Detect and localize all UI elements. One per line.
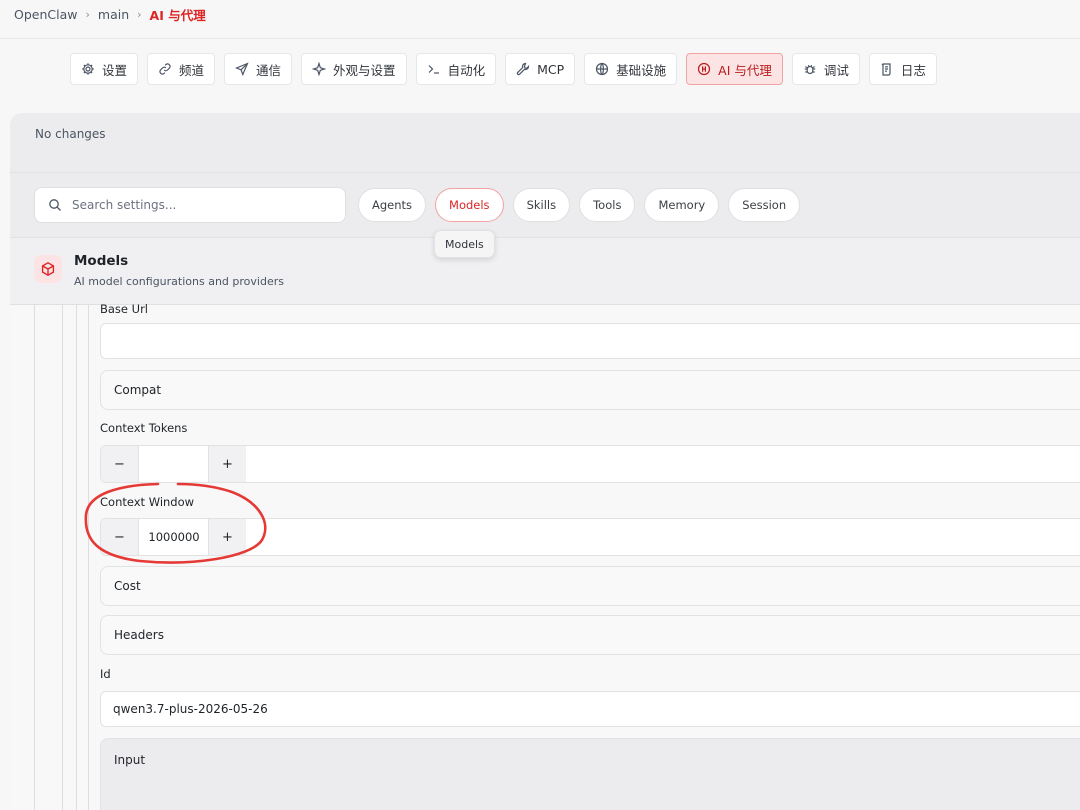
tab-label: MCP [537,61,565,77]
status-text: No changes [35,127,106,141]
section-header: Models AI model configurations and provi… [10,237,1080,305]
filter-memory[interactable]: Memory [644,188,720,222]
header-divider [0,38,1080,39]
context-window-increment-button[interactable]: + [208,519,246,555]
tab-automation[interactable]: 自动化 [415,53,497,85]
wrench-icon [516,62,530,76]
id-label: Id [100,667,111,681]
context-tokens-increment-button[interactable]: + [208,446,246,482]
context-window-label: Context Window [100,495,195,509]
context-window-decrement-button[interactable]: − [101,519,139,555]
filter-tooltip: Models [434,230,495,258]
context-window-stepper: − 1000000 + [100,518,1080,556]
tab-label: 日志 [900,62,926,78]
tab-label: 外观与设置 [333,62,396,78]
bug-icon [803,62,817,76]
nesting-guide [62,305,63,810]
context-tokens-decrement-button[interactable]: − [101,446,139,482]
cube-icon [34,255,62,283]
input-section[interactable]: Input [100,738,1080,810]
link-icon [158,62,172,76]
gear-icon [81,62,95,76]
model-config-form: Base Url Compat Context Tokens − + Conte… [10,302,1080,810]
tab-label: 频道 [179,62,205,78]
tab-debug[interactable]: 调试 [791,53,860,85]
tab-appearance[interactable]: 外观与设置 [301,53,407,85]
tab-settings[interactable]: 设置 [70,53,139,85]
context-window-value[interactable]: 1000000 [140,519,208,555]
tab-mcp[interactable]: MCP [505,53,576,85]
tab-communication[interactable]: 通信 [224,53,293,85]
filter-session[interactable]: Session [728,188,801,222]
tab-label: 自动化 [447,62,486,78]
tab-label: 基础设施 [616,62,667,78]
top-tab-bar: 设置 频道 通信 外观与设置 自动化 MCP 基础设施 AI 与代理 调试 日志 [70,53,946,85]
search-box[interactable] [34,187,346,223]
context-tokens-value[interactable] [140,446,208,482]
breadcrumb-separator: › [85,7,90,21]
tab-label: AI 与代理 [718,62,772,78]
nesting-guide [88,305,89,810]
panel-divider [10,172,1080,173]
base-url-label: Base Url [100,302,148,316]
tab-label: 设置 [102,62,128,78]
category-filters: Agents Models Skills Tools Memory Sessio… [358,188,809,222]
breadcrumb: OpenClaw › main › AI 与代理 [14,5,206,23]
base-url-input[interactable] [100,323,1080,359]
tab-ai-agents[interactable]: AI 与代理 [686,53,783,85]
ai-icon [697,62,711,76]
terminal-icon [427,62,441,76]
tab-logs[interactable]: 日志 [868,53,937,85]
breadcrumb-separator: › [137,7,142,21]
context-tokens-input[interactable] [141,457,207,471]
context-tokens-label: Context Tokens [100,421,188,435]
breadcrumb-item-main[interactable]: main [98,7,129,22]
filter-agents[interactable]: Agents [358,188,427,222]
search-input[interactable] [72,198,322,212]
globe-icon [595,62,609,76]
nesting-guide [76,305,77,810]
filter-skills[interactable]: Skills [512,188,571,222]
headers-section[interactable]: Headers [100,615,1080,655]
search-icon [48,198,62,212]
tab-label: 通信 [256,62,282,78]
tab-channels[interactable]: 频道 [147,53,216,85]
filter-models[interactable]: Models [435,188,504,222]
scroll-icon [880,62,894,76]
section-subtitle: AI model configurations and providers [74,275,284,288]
send-icon [235,62,249,76]
cost-section[interactable]: Cost [100,566,1080,606]
filter-tools[interactable]: Tools [579,188,636,222]
tab-infrastructure[interactable]: 基础设施 [584,53,678,85]
section-title: Models [74,253,129,269]
id-input[interactable]: qwen3.7-plus-2026-05-26 [100,691,1080,727]
sparkle-icon [312,62,327,76]
compat-section[interactable]: Compat [100,370,1080,410]
tab-label: 调试 [823,62,849,78]
nesting-guide [34,305,35,810]
breadcrumb-current: AI 与代理 [149,7,206,23]
context-tokens-stepper: − + [100,445,1080,483]
breadcrumb-item-openclaw[interactable]: OpenClaw [14,7,77,22]
